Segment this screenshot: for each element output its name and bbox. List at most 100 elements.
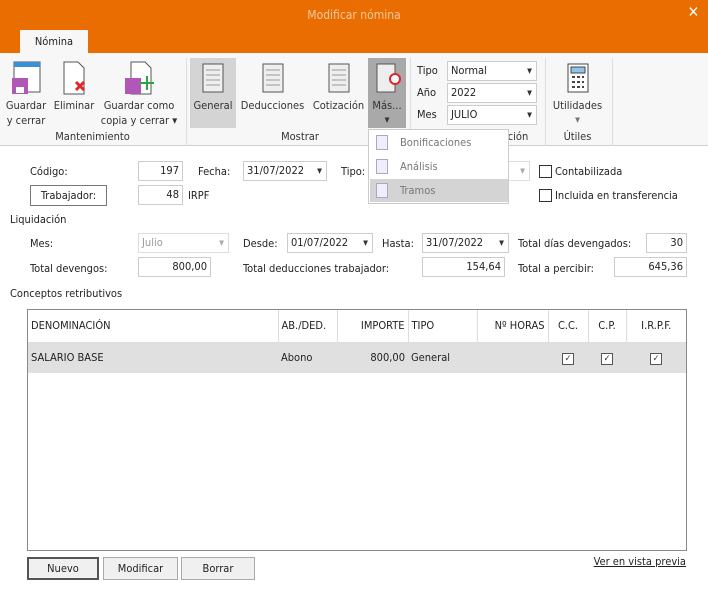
document-icon	[190, 58, 236, 98]
devengos-label: Total devengos:	[30, 262, 108, 275]
cc-checkbox[interactable]: ✓	[562, 352, 574, 365]
cotizacion-button[interactable]: Cotización	[310, 58, 367, 128]
utilidades-button[interactable]: Utilidades ▼	[549, 58, 606, 128]
mes-liq-label: Mes:	[30, 237, 54, 250]
col-importe[interactable]: IMPORTE	[337, 310, 409, 343]
irpf-checkbox[interactable]: ✓	[650, 352, 662, 365]
mes-label: Mes	[417, 108, 437, 121]
cell-horas	[477, 342, 548, 373]
percibir-label: Total a percibir:	[518, 262, 594, 275]
col-abded[interactable]: AB./DED.	[278, 310, 338, 343]
group-utiles: Útiles	[563, 130, 592, 143]
save-copy-icon	[99, 58, 179, 98]
conceptos-table[interactable]: DENOMINACIÓN AB./DED. IMPORTE TIPO Nº HO…	[27, 309, 687, 551]
conceptos-title: Conceptos retributivos	[10, 287, 123, 300]
fecha-value: 31/07/2022	[247, 164, 305, 177]
chevron-down-icon: ▼	[520, 167, 525, 175]
codigo-label: Código:	[30, 165, 68, 178]
cell-tipo: General	[408, 342, 477, 373]
col-denominacion[interactable]: DENOMINACIÓN	[28, 310, 279, 343]
irpf-label: IRPF	[188, 189, 210, 202]
col-cp[interactable]: C.P.	[588, 310, 627, 343]
chevron-down-icon: ▼	[499, 239, 504, 247]
window-title: Modificar nómina	[307, 8, 401, 22]
contabilizada-label: Contabilizada	[555, 165, 623, 178]
col-irpf[interactable]: I.R.P.F.	[626, 310, 686, 343]
hasta-label: Hasta:	[382, 237, 414, 250]
tipo-select[interactable]: Normal ▼	[447, 61, 537, 81]
percibir-input[interactable]: 645,36	[614, 257, 687, 277]
general-button[interactable]: General	[190, 58, 236, 128]
col-cc[interactable]: C.C.	[548, 310, 589, 343]
cell-importe: 800,00	[337, 342, 408, 373]
table-row[interactable]: SALARIO BASE Abono 800,00 General ✓ ✓ ✓	[28, 342, 686, 373]
calculator-icon	[549, 58, 606, 98]
codigo-input[interactable]: 197	[138, 161, 183, 181]
chevron-down-icon: ▼	[527, 89, 532, 97]
guardar-copia-button[interactable]: Guardar como copia y cerrar ▾	[99, 58, 179, 128]
liquidacion-title: Liquidación	[10, 213, 67, 226]
mas-dropdown-menu: Bonificaciones Análisis Tramos	[368, 129, 509, 204]
analysis-icon	[376, 159, 388, 174]
document-icon	[310, 58, 367, 98]
chevron-down-icon: ▼	[219, 239, 224, 247]
tipo-label: Tipo	[417, 64, 438, 77]
chevron-down-icon: ▼	[527, 67, 532, 75]
incluida-label: Incluida en transferencia	[555, 189, 678, 202]
menu-item-analisis[interactable]: Análisis	[370, 155, 508, 178]
vista-previa-link[interactable]: Ver en vista previa	[594, 555, 686, 568]
cp-checkbox[interactable]: ✓	[601, 352, 613, 365]
menu-item-tramos[interactable]: Tramos	[370, 179, 508, 202]
chevron-down-icon: ▼	[363, 239, 368, 247]
fecha-date-picker[interactable]: 31/07/2022 ▼	[243, 161, 327, 181]
divider	[612, 58, 613, 146]
mes-value: JULIO	[451, 108, 478, 121]
cell-abded: Abono	[278, 342, 337, 373]
contabilizada-checkbox[interactable]	[539, 165, 552, 178]
save-icon	[4, 58, 48, 98]
col-tipo[interactable]: TIPO	[408, 310, 478, 343]
hasta-value: 31/07/2022	[426, 236, 484, 249]
deducciones-button[interactable]: Deducciones	[238, 58, 307, 128]
chevron-down-icon: ▼	[384, 116, 390, 124]
chevron-down-icon: ▼	[317, 167, 322, 175]
col-horas[interactable]: Nº HORAS	[477, 310, 549, 343]
fecha-label: Fecha:	[198, 165, 231, 178]
hasta-date-picker[interactable]: 31/07/2022 ▼	[422, 233, 509, 253]
nuevo-button[interactable]: Nuevo	[27, 557, 99, 580]
divider	[545, 58, 546, 146]
guardar-cerrar-button[interactable]: Guardar y cerrar	[4, 58, 48, 128]
chevron-down-icon: ▼	[575, 116, 580, 124]
mes-liq-select[interactable]: Julio ▼	[138, 233, 229, 253]
anio-select[interactable]: 2022 ▼	[447, 83, 537, 103]
eliminar-button[interactable]: Eliminar	[52, 58, 96, 128]
incluida-checkbox[interactable]	[539, 189, 552, 202]
trabajador-input[interactable]: 48	[138, 185, 183, 205]
divider	[186, 58, 187, 146]
deducciones-label: Total deducciones trabajador:	[243, 262, 390, 275]
devengos-input[interactable]: 800,00	[138, 257, 211, 277]
bonus-icon	[376, 135, 388, 150]
close-icon[interactable]: ✕	[688, 3, 699, 21]
borrar-button[interactable]: Borrar	[181, 557, 255, 580]
anio-value: 2022	[451, 86, 477, 99]
tipo-form-label: Tipo:	[341, 165, 366, 178]
table-header: DENOMINACIÓN AB./DED. IMPORTE TIPO Nº HO…	[28, 310, 686, 343]
modificar-button[interactable]: Modificar	[103, 557, 178, 580]
deducciones-input[interactable]: 154,64	[422, 257, 505, 277]
tab-nomina[interactable]: Nómina	[20, 30, 88, 53]
mas-button[interactable]: Más... ▼	[368, 58, 406, 128]
delete-document-icon	[52, 58, 96, 98]
menu-item-bonificaciones[interactable]: Bonificaciones	[370, 131, 508, 154]
trabajador-button[interactable]: Trabajador:	[30, 185, 107, 206]
desde-label: Desde:	[243, 237, 278, 250]
mes-select[interactable]: JULIO ▼	[447, 105, 537, 125]
group-mostrar: Mostrar	[281, 130, 319, 143]
cell-denominacion: SALARIO BASE	[28, 342, 278, 373]
dias-input[interactable]: 30	[646, 233, 687, 253]
desde-date-picker[interactable]: 01/07/2022 ▼	[287, 233, 373, 253]
mes-liq-value: Julio	[142, 236, 163, 249]
dias-label: Total días devengados:	[518, 237, 632, 250]
desde-value: 01/07/2022	[291, 236, 349, 249]
document-ribbon-icon	[368, 58, 406, 98]
